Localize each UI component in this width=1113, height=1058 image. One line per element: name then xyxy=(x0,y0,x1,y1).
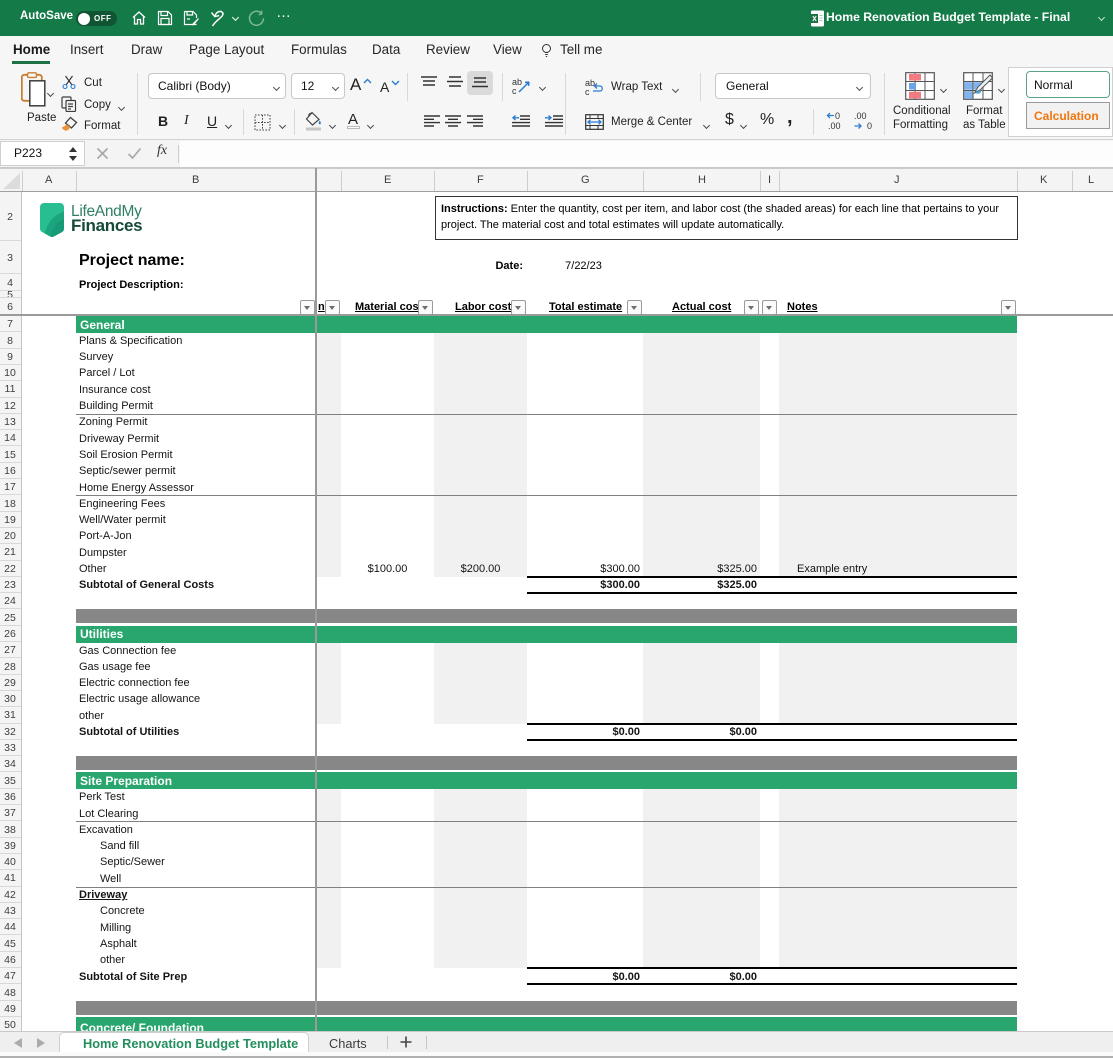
svg-text:0: 0 xyxy=(867,121,872,131)
svg-text:.00: .00 xyxy=(828,121,841,131)
svg-text:c: c xyxy=(585,87,590,96)
svg-text:c: c xyxy=(512,86,517,96)
svg-text:0: 0 xyxy=(835,111,840,121)
svg-text:.00: .00 xyxy=(854,111,867,121)
